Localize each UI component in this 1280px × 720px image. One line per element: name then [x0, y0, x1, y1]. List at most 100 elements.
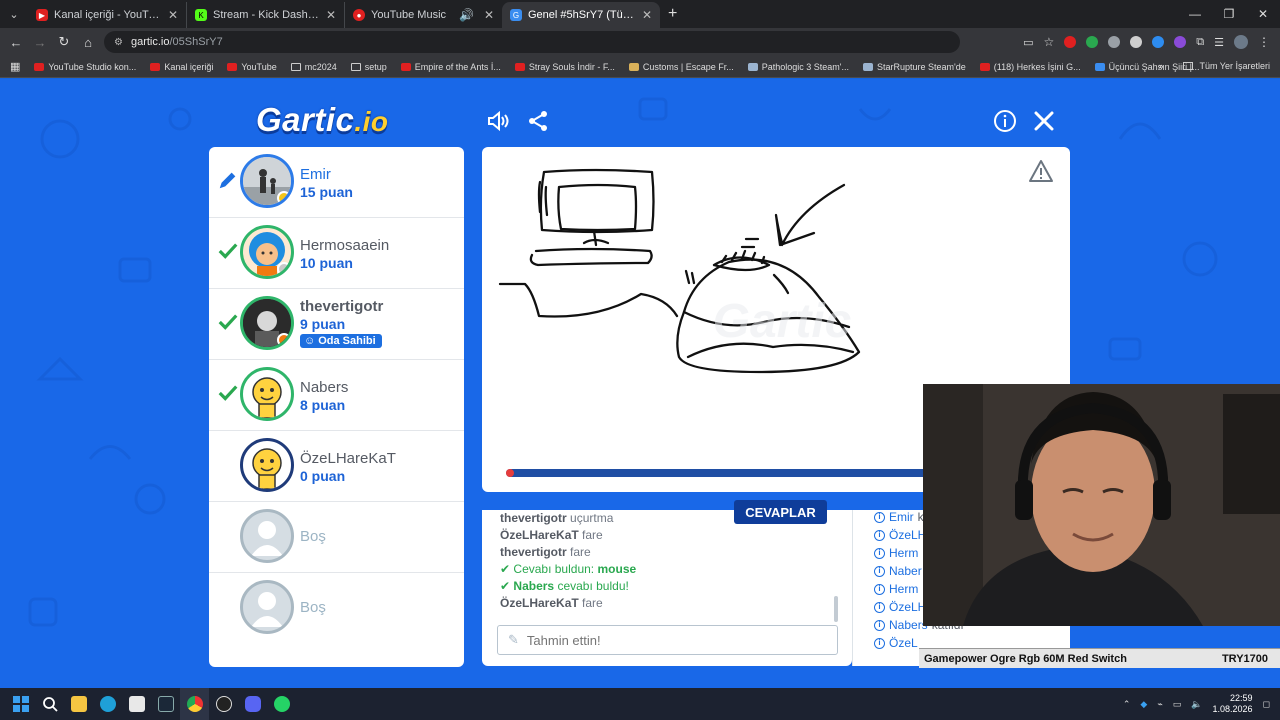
chrome-icon[interactable] [180, 688, 209, 720]
new-tab-button[interactable]: + [660, 5, 685, 23]
extension-red-icon[interactable] [1064, 36, 1077, 48]
omnibox[interactable]: ⚙ gartic.io/05ShSrY7 [104, 31, 960, 53]
bookmark-item[interactable]: Stray Souls İndir - F... [514, 61, 615, 72]
close-window-icon[interactable]: ✕ [1246, 0, 1280, 28]
minimize-icon[interactable]: — [1178, 0, 1212, 28]
search-icon[interactable] [35, 688, 64, 720]
profile-avatar-icon[interactable] [1234, 35, 1248, 49]
avatar [240, 225, 294, 279]
site-info-icon[interactable]: ⚙ [114, 37, 123, 48]
volume-icon[interactable]: 🔈 [1191, 699, 1202, 710]
extension-icons: ▭ ☆ ⧉ ☰ ⋮ [1023, 28, 1280, 56]
answer-item: ÖzeLHareKaT fare [500, 528, 603, 542]
back-icon[interactable]: ← [4, 35, 28, 50]
tab-gartic[interactable]: G Genel #5hSrY7 (Türkçe) - Gartic ✕ [502, 2, 660, 28]
address-toolbar: ← → ↻ ⌂ ⚙ gartic.io/05ShSrY7 ▭ ☆ ⧉ ☰ ⋮ [0, 28, 1280, 56]
home-icon[interactable]: ⌂ [76, 35, 100, 50]
chevron-up-icon[interactable]: ⌃ [1123, 699, 1131, 710]
obs-icon[interactable] [209, 688, 238, 720]
bookmark-label: Kanal içeriği [164, 61, 214, 72]
player-found-item: ✔ Nabers cevabı buldu! [500, 579, 629, 593]
network-icon[interactable]: ⌁ [1157, 699, 1162, 710]
bookmark-item[interactable]: (118) Herkes İşini G... [979, 62, 1081, 72]
file-explorer-icon[interactable] [64, 688, 93, 720]
close-tab-icon[interactable]: ✕ [484, 8, 494, 22]
bookmark-item[interactable]: Customs | Escape Fr... [628, 62, 734, 72]
discord-icon[interactable] [238, 688, 267, 720]
steam-icon[interactable] [151, 688, 180, 720]
tray-app-icon[interactable]: ◆ [1140, 699, 1147, 710]
all-bookmarks[interactable]: » Tüm Yer İşaretleri [1158, 61, 1270, 71]
forward-icon[interactable]: → [28, 35, 52, 50]
bookmark-item[interactable]: StarRupture Steam'de [863, 62, 966, 72]
extension-green-icon[interactable] [1086, 36, 1099, 48]
info-icon[interactable] [993, 109, 1017, 133]
bookmark-folder[interactable]: mc2024 [290, 61, 337, 72]
bookmark-label: Pathologic 3 Steam'... [761, 61, 850, 72]
player-name: ÖzeLHareKaT [300, 450, 396, 467]
close-tab-icon[interactable]: ✕ [642, 8, 652, 22]
display-icon[interactable]: ▭ [1173, 699, 1182, 710]
player-name: Nabers [300, 379, 349, 396]
apps-grid-icon[interactable]: ▦ [10, 60, 20, 73]
bookmark-item[interactable]: Pathologic 3 Steam'... [747, 61, 850, 72]
steam-icon [863, 62, 874, 71]
reload-icon[interactable]: ↻ [52, 34, 76, 50]
browser-tab-bar: ⌄ ▶ Kanal içeriği - YouTube Studio ✕ K S… [0, 0, 1280, 28]
cast-icon[interactable]: ▭ [1023, 36, 1033, 49]
bookmark-label: Empire of the Ants İ... [414, 61, 501, 72]
extension-blue-icon[interactable] [1152, 36, 1165, 48]
answers-scrollbar[interactable] [834, 596, 838, 622]
player-row[interactable]: ÖzeLHareKaT 0 puan [209, 431, 464, 502]
gartic-logo: Gartic.io [256, 101, 389, 138]
webcam-person [923, 384, 1280, 626]
tab-youtube-music[interactable]: ● YouTube Music 🔊 ✕ [344, 2, 502, 28]
player-row[interactable]: Nabers 8 puan [209, 360, 464, 431]
tab-search-button[interactable]: ⌄ [0, 0, 28, 28]
player-score: 0 puan [300, 468, 346, 484]
avatar [240, 438, 294, 492]
bookmark-label: Stray Souls İndir - F... [528, 61, 615, 72]
player-score: 9 puan [300, 316, 346, 332]
notifications-icon[interactable]: ◻ [1263, 699, 1270, 710]
extension-grey-icon[interactable] [1108, 36, 1121, 48]
bookmark-item[interactable]: YouTube Studio kon... [34, 62, 136, 72]
answers-title: CEVAPLAR [734, 500, 827, 524]
avatar [240, 367, 294, 421]
reading-list-icon[interactable]: ☰ [1214, 36, 1224, 49]
bookmark-item[interactable]: Kanal içeriği [150, 62, 213, 72]
tab-kick-dashboard[interactable]: K Stream - Kick Dashboard ✕ [186, 2, 344, 28]
bookmark-item[interactable]: YouTube [227, 62, 277, 72]
clock[interactable]: 22:59 1.08.2026 [1212, 693, 1252, 715]
bookmark-folder[interactable]: setup [350, 62, 387, 72]
bookmark-item[interactable]: Empire of the Ants İ... [400, 61, 501, 72]
close-tab-icon[interactable]: ✕ [326, 8, 336, 22]
store-icon[interactable] [122, 688, 151, 720]
sound-icon[interactable] [486, 109, 510, 133]
extensions-puzzle-icon[interactable]: ⧉ [1196, 36, 1204, 49]
url-text: gartic.io/05ShSrY7 [130, 36, 223, 48]
close-icon[interactable] [1032, 109, 1056, 133]
avatar [240, 296, 294, 350]
info-icon: i [874, 547, 885, 559]
menu-kebab-icon[interactable]: ⋮ [1258, 35, 1270, 49]
whatsapp-icon[interactable] [267, 688, 296, 720]
extension-purple-icon[interactable] [1174, 36, 1187, 48]
maximize-icon[interactable]: ❐ [1212, 0, 1246, 28]
bookmark-star-icon[interactable]: ☆ [1044, 35, 1055, 49]
guess-input-wrap[interactable]: ✎ [497, 625, 838, 655]
report-warning-icon[interactable] [1028, 159, 1054, 183]
player-row[interactable]: Emir 15 puan [209, 147, 464, 218]
tab-youtube-studio[interactable]: ▶ Kanal içeriği - YouTube Studio ✕ [28, 2, 186, 28]
product-name: Gamepower Ogre Rgb 60M Red Switch [924, 652, 1127, 665]
guess-input[interactable] [526, 632, 807, 648]
share-icon[interactable] [526, 109, 550, 133]
edge-icon[interactable] [93, 688, 122, 720]
speaker-icon[interactable]: 🔊 [459, 8, 474, 22]
bookmark-label: mc2024 [304, 61, 337, 72]
close-tab-icon[interactable]: ✕ [168, 8, 178, 22]
player-row[interactable]: thevertigotr 9 puan ☺ Oda Sahibi [209, 289, 464, 360]
windows-start-icon[interactable] [6, 688, 35, 720]
extension-play-icon[interactable] [1130, 36, 1143, 48]
player-row[interactable]: Hermosaaein 10 puan [209, 218, 464, 289]
